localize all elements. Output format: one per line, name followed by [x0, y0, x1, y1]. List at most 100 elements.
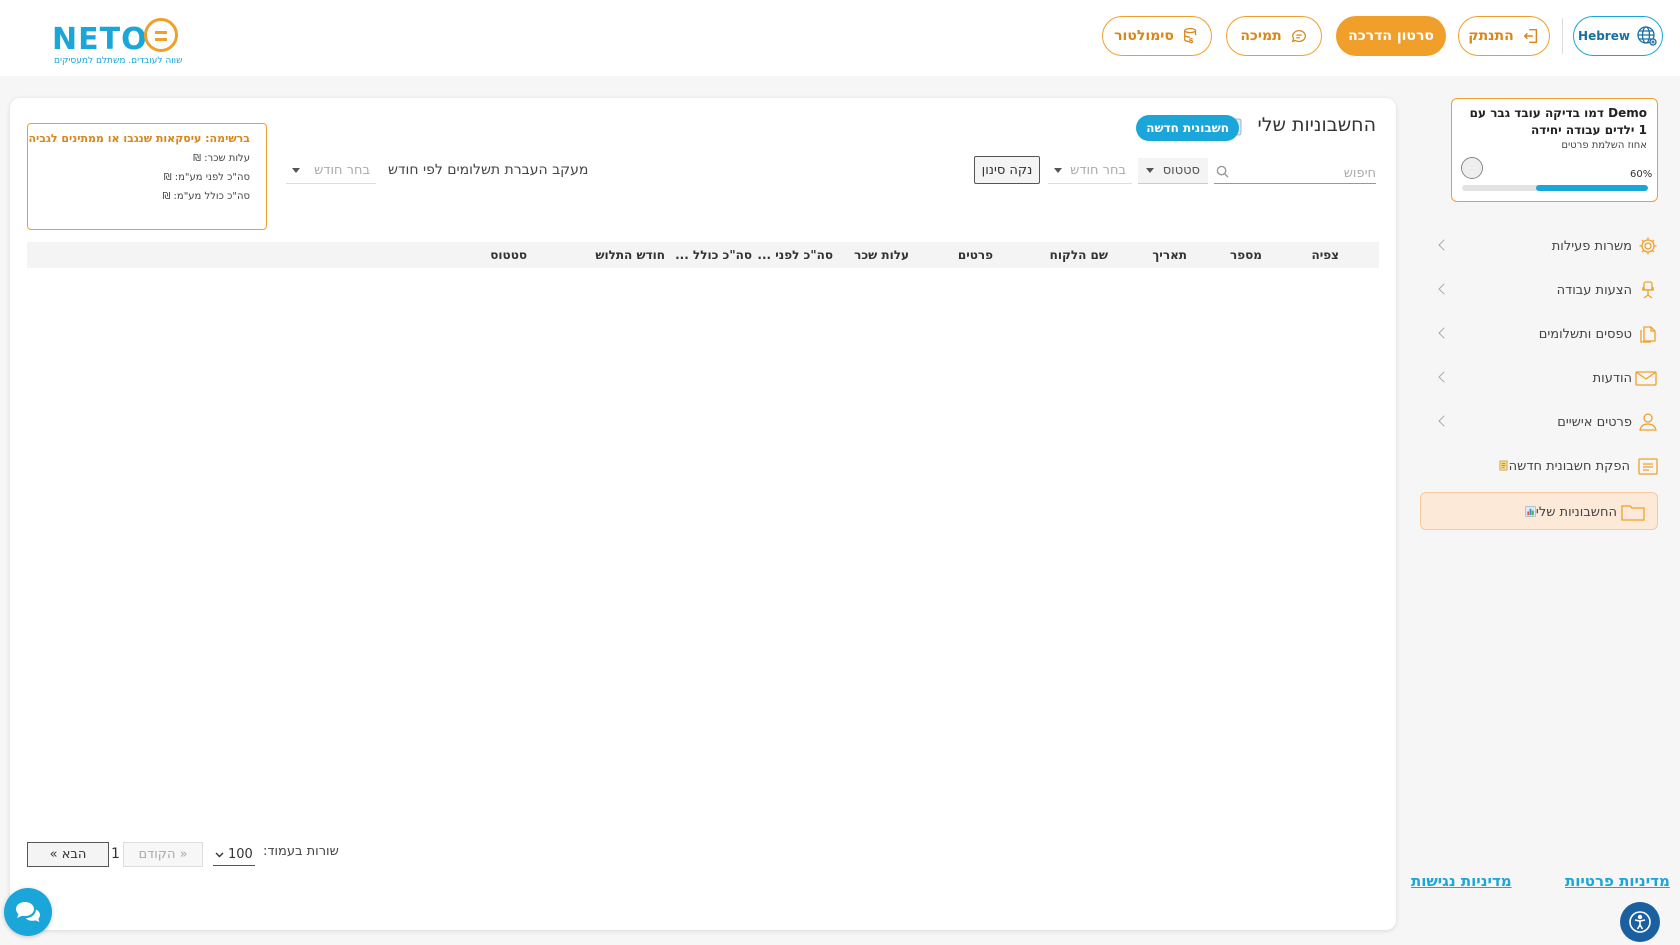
page-title: החשבוניות שלי — [1257, 114, 1376, 136]
logo-badge-icon — [144, 18, 178, 52]
profile-name: Demo דמו בדיקה עובד גבר עם 1 ילדים עבודה… — [1469, 106, 1647, 137]
prev-page-button[interactable]: « הקודם — [123, 842, 203, 867]
folder-icon — [1621, 505, 1645, 521]
search-icon — [1216, 165, 1229, 178]
sidebar-item-text: החשבוניות שלי — [1535, 505, 1617, 520]
column-header-status[interactable]: סטטוס — [490, 248, 527, 262]
sidebar-item-my-invoices[interactable]: החשבוניות שלי — [1420, 492, 1658, 530]
profile-completion-label: אחוז השלמת פרטים — [1561, 140, 1647, 151]
column-header-details[interactable]: פרטים — [958, 248, 993, 262]
chevron-down-icon — [1054, 168, 1062, 173]
sidebar-item-label: פרטים אישיים — [1557, 415, 1632, 430]
sidebar-item-label: משרות פעילות — [1551, 239, 1632, 254]
summary-labor-cost: עלות שכר: ₪ — [193, 153, 250, 164]
accessibility-policy-link[interactable]: מדיניות נגישות — [1411, 872, 1512, 890]
summary-heading: ברשימה: עיסקאות שנגבו או ממתינים לגביה — [28, 132, 250, 145]
sidebar-item-active-jobs[interactable]: משרות פעילות — [1420, 228, 1670, 264]
current-page-number: 1 — [111, 846, 120, 862]
page-size-select[interactable]: 100 — [213, 844, 255, 866]
database-icon: $ — [1183, 27, 1197, 45]
column-header-total-before[interactable]: סה"כ לפני ... — [757, 248, 833, 262]
language-button[interactable]: Hebrew — [1573, 16, 1663, 56]
sidebar-item-label: הפקת חשבונית חדשה — [1495, 459, 1630, 474]
profile-completion-percent: 60% — [1630, 169, 1653, 180]
envelope-icon — [1635, 371, 1657, 386]
search-field — [1214, 162, 1376, 184]
column-header-number[interactable]: מספר — [1230, 248, 1262, 262]
chevron-left-icon — [1438, 239, 1450, 251]
clear-filter-button[interactable]: נקה סינון — [974, 156, 1040, 184]
sidebar-item-forms-payments[interactable]: טפסים ותשלומים — [1420, 316, 1670, 352]
globe-icon — [1637, 26, 1657, 46]
sidebar-item-new-invoice[interactable]: $ הפקת חשבונית חדשה — [1420, 448, 1670, 484]
chevron-left-icon — [1438, 327, 1450, 339]
summary-total-before-vat: סה"כ לפני מע"מ: ₪ — [163, 172, 250, 183]
chevron-left-icon — [1438, 371, 1450, 383]
support-label: תמיכה — [1240, 28, 1282, 44]
logout-label: התנתק — [1468, 28, 1514, 44]
chevron-down-icon — [292, 168, 300, 173]
chat-widget-button[interactable] — [4, 888, 52, 936]
chat-bubbles-icon — [16, 902, 40, 922]
sidebar-item-messages[interactable]: הודעות — [1420, 360, 1670, 396]
header-divider — [1562, 18, 1563, 54]
sidebar-item-label: הודעות — [1592, 371, 1632, 386]
column-header-payslip-month[interactable]: חודש התלוש — [595, 248, 665, 262]
invoices-panel: החשבוניות שלי חשבונית חדשה סטטוס בחר חוד… — [10, 98, 1396, 930]
status-dropdown-label: סטטוס — [1162, 163, 1200, 178]
person-icon — [1639, 413, 1657, 431]
svg-text:$: $ — [1189, 36, 1194, 45]
gear-icon — [1639, 237, 1657, 255]
language-label: Hebrew — [1578, 29, 1630, 43]
column-header-view[interactable]: צפיה — [1311, 248, 1339, 262]
chevron-left-icon — [1438, 415, 1450, 427]
status-dropdown[interactable]: סטטוס — [1138, 158, 1208, 184]
sidebar-item-job-offers[interactable]: הצעות עבודה — [1420, 272, 1670, 308]
avatar — [1461, 157, 1483, 179]
payment-month-dropdown[interactable]: בחר חודש — [286, 158, 376, 184]
next-page-button[interactable]: הבא » — [27, 842, 109, 867]
chat-bubble-icon — [1291, 30, 1306, 43]
simulator-button[interactable]: $ סימולטור — [1102, 16, 1212, 56]
support-button[interactable]: תמיכה — [1226, 16, 1322, 56]
logout-button[interactable]: התנתק — [1458, 16, 1550, 56]
privacy-policy-link[interactable]: מדיניות פרטיות — [1565, 872, 1670, 890]
new-invoice-button[interactable]: חשבונית חדשה — [1136, 115, 1239, 141]
neto-logo[interactable]: NETO שווה לעובדים. משתלם למעסיקים — [52, 14, 182, 70]
column-header-total-incl[interactable]: סה"כ כולל ... — [675, 248, 752, 262]
profile-card[interactable]: Demo דמו בדיקה עובד גבר עם 1 ילדים עבודה… — [1451, 98, 1658, 202]
tutorial-label: סרטון הדרכה — [1348, 28, 1434, 44]
profile-progress-fill — [1536, 185, 1648, 191]
tutorial-video-button[interactable]: סרטון הדרכה — [1336, 16, 1446, 56]
sidebar-item-personal-details[interactable]: פרטים אישיים — [1420, 404, 1670, 440]
payment-tracking-label: מעקב העברת תשלומים לפי חודש — [388, 162, 589, 178]
summary-box: ברשימה: עיסקאות שנגבו או ממתינים לגביה ע… — [27, 123, 267, 230]
sidebar-item-text: הפקת חשבונית חדשה — [1508, 459, 1630, 474]
search-input[interactable] — [1236, 163, 1376, 184]
logo-wordmark: NETO — [52, 22, 148, 57]
accessibility-icon — [1629, 911, 1651, 933]
summary-total-incl-vat: סה"כ כולל מע"מ: ₪ — [162, 191, 250, 202]
logout-icon — [1523, 28, 1537, 44]
accessibility-button[interactable] — [1620, 902, 1660, 942]
rows-per-page-label: שורות בעמוד: — [263, 844, 339, 859]
column-header-customer-name[interactable]: שם הלקוח — [1050, 248, 1108, 262]
simulator-label: סימולטור — [1114, 28, 1174, 44]
logo-tagline: שווה לעובדים. משתלם למעסיקים — [54, 56, 183, 66]
top-header: NETO שווה לעובדים. משתלם למעסיקים $ סימו… — [0, 0, 1680, 76]
invoice-icon: $ — [1638, 458, 1658, 475]
chevron-down-icon — [1146, 168, 1154, 173]
documents-icon — [1640, 326, 1656, 343]
scroll-icon — [1499, 460, 1508, 471]
chair-icon — [1642, 281, 1654, 299]
chevron-left-icon — [1438, 283, 1450, 295]
payment-month-placeholder: בחר חודש — [314, 163, 370, 178]
month-filter-dropdown[interactable]: בחר חודש — [1048, 158, 1132, 184]
invoices-table-header: צפיה מספר תאריך שם הלקוח פרטים עלות שכר … — [27, 242, 1379, 268]
chevron-down-icon — [215, 852, 224, 857]
column-header-date[interactable]: תאריך — [1152, 248, 1187, 262]
column-header-labor-cost[interactable]: עלות שכר — [854, 248, 909, 262]
month-filter-placeholder: בחר חודש — [1070, 163, 1126, 178]
sidebar-item-label: טפסים ותשלומים — [1538, 327, 1632, 342]
bar-chart-icon — [1525, 506, 1536, 517]
